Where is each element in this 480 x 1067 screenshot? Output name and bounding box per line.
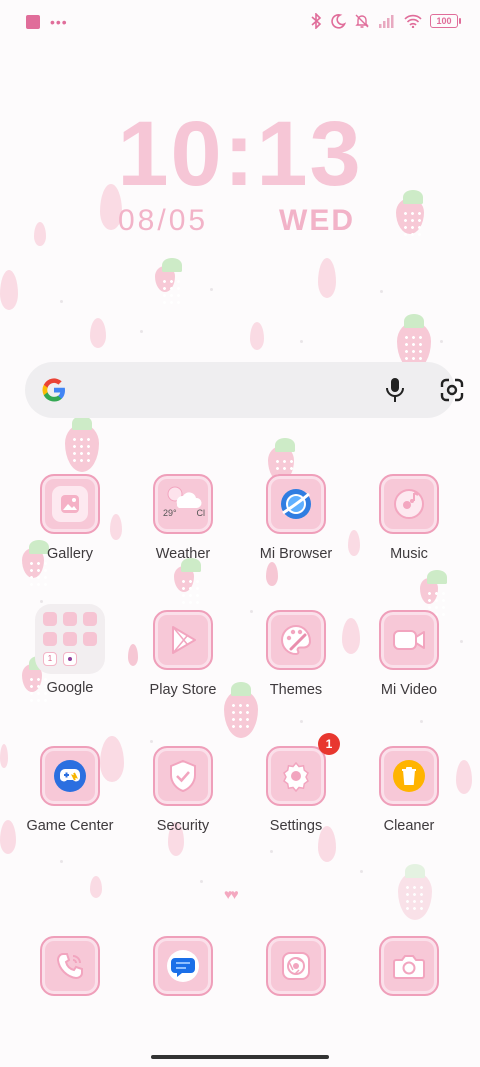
microphone-icon[interactable]: [383, 376, 407, 404]
palette-icon: [281, 624, 312, 656]
google-search-bar[interactable]: [25, 362, 464, 418]
chrome-icon: [282, 952, 310, 980]
camera-icon: [393, 955, 425, 979]
bell-off-icon: [355, 14, 369, 28]
dock-camera[interactable]: [354, 936, 464, 996]
app-label: Mi Video: [380, 682, 438, 698]
app-mi-video[interactable]: Mi Video: [354, 610, 464, 698]
app-themes[interactable]: Themes: [241, 610, 351, 698]
strawberry-decoration: [396, 190, 424, 238]
gallery-icon: [61, 495, 79, 513]
raindrop-decoration: [0, 270, 18, 310]
app-security[interactable]: Security: [128, 746, 238, 834]
raindrop-decoration: [318, 258, 336, 298]
strawberry-decoration: [398, 864, 432, 920]
trash-icon: [393, 760, 425, 792]
app-label: Mi Browser: [259, 546, 333, 562]
app-label: Gallery: [47, 546, 93, 562]
browser-icon: [281, 489, 311, 519]
status-bar: ••• 100: [0, 0, 480, 44]
app-label: Game Center: [26, 818, 114, 834]
app-label: Weather: [155, 546, 211, 562]
app-label: Play Store: [149, 682, 217, 698]
page-indicator-hearts: ♥♥: [224, 886, 239, 902]
gear-icon: [283, 761, 309, 792]
app-cleaner[interactable]: Cleaner: [354, 746, 464, 834]
dock-chrome[interactable]: [241, 936, 351, 996]
dock-phone[interactable]: [15, 936, 125, 996]
gesture-navigation-bar[interactable]: [151, 1055, 329, 1059]
do-not-disturb-moon-icon: [331, 14, 346, 29]
google-lens-icon[interactable]: [439, 378, 465, 402]
bluetooth-icon: [311, 13, 322, 29]
strawberry-decoration: [65, 416, 99, 472]
app-label: Cleaner: [383, 818, 435, 834]
raindrop-decoration: [266, 562, 278, 586]
gamepad-icon: [54, 760, 86, 792]
app-mi-browser[interactable]: Mi Browser: [241, 474, 351, 562]
more-dots-icon: •••: [50, 14, 68, 30]
notification-badge: 1: [318, 733, 340, 755]
app-weather[interactable]: 29° Cl Weather: [128, 474, 238, 562]
app-label: Music: [390, 546, 428, 562]
raindrop-decoration: [250, 322, 264, 350]
folder-icon: 1: [35, 604, 105, 674]
raindrop-decoration: [90, 876, 102, 898]
message-bubble-icon: [167, 950, 199, 982]
raindrop-decoration: [0, 744, 8, 768]
wifi-icon: [404, 14, 422, 28]
google-g-icon: [42, 378, 65, 402]
phone-icon: [56, 953, 83, 980]
raindrop-decoration: [34, 222, 46, 246]
app-label: Settings: [269, 818, 323, 834]
play-store-icon: [172, 626, 196, 654]
app-play-store[interactable]: Play Store: [128, 610, 238, 698]
app-folder-google[interactable]: 1 Google: [15, 604, 125, 696]
shield-check-icon: [170, 759, 196, 793]
strawberry-decoration: [155, 258, 183, 306]
battery-indicator: 100: [430, 14, 461, 28]
raindrop-decoration: [0, 820, 16, 854]
strawberry-decoration: [174, 558, 202, 606]
raindrop-decoration: [90, 318, 106, 348]
strawberry-decoration: [420, 570, 448, 618]
music-icon: [394, 489, 424, 519]
app-gallery[interactable]: Gallery: [15, 474, 125, 562]
dock-messages[interactable]: [128, 936, 238, 996]
app-music[interactable]: Music: [354, 474, 464, 562]
app-label: Themes: [269, 682, 323, 698]
app-game-center[interactable]: Game Center: [15, 746, 125, 834]
app-label: Google: [46, 680, 94, 696]
app-label: Security: [156, 818, 210, 834]
clock-time[interactable]: 10:13: [0, 106, 480, 202]
clock-date: 08/05: [118, 204, 209, 237]
signal-icon: [379, 15, 394, 28]
clock-weekday: WED: [279, 204, 355, 237]
video-icon: [393, 630, 425, 650]
weather-icon: 29° Cl: [159, 482, 207, 526]
notification-square-icon: [26, 15, 40, 29]
app-settings[interactable]: 1 Settings: [241, 733, 351, 834]
